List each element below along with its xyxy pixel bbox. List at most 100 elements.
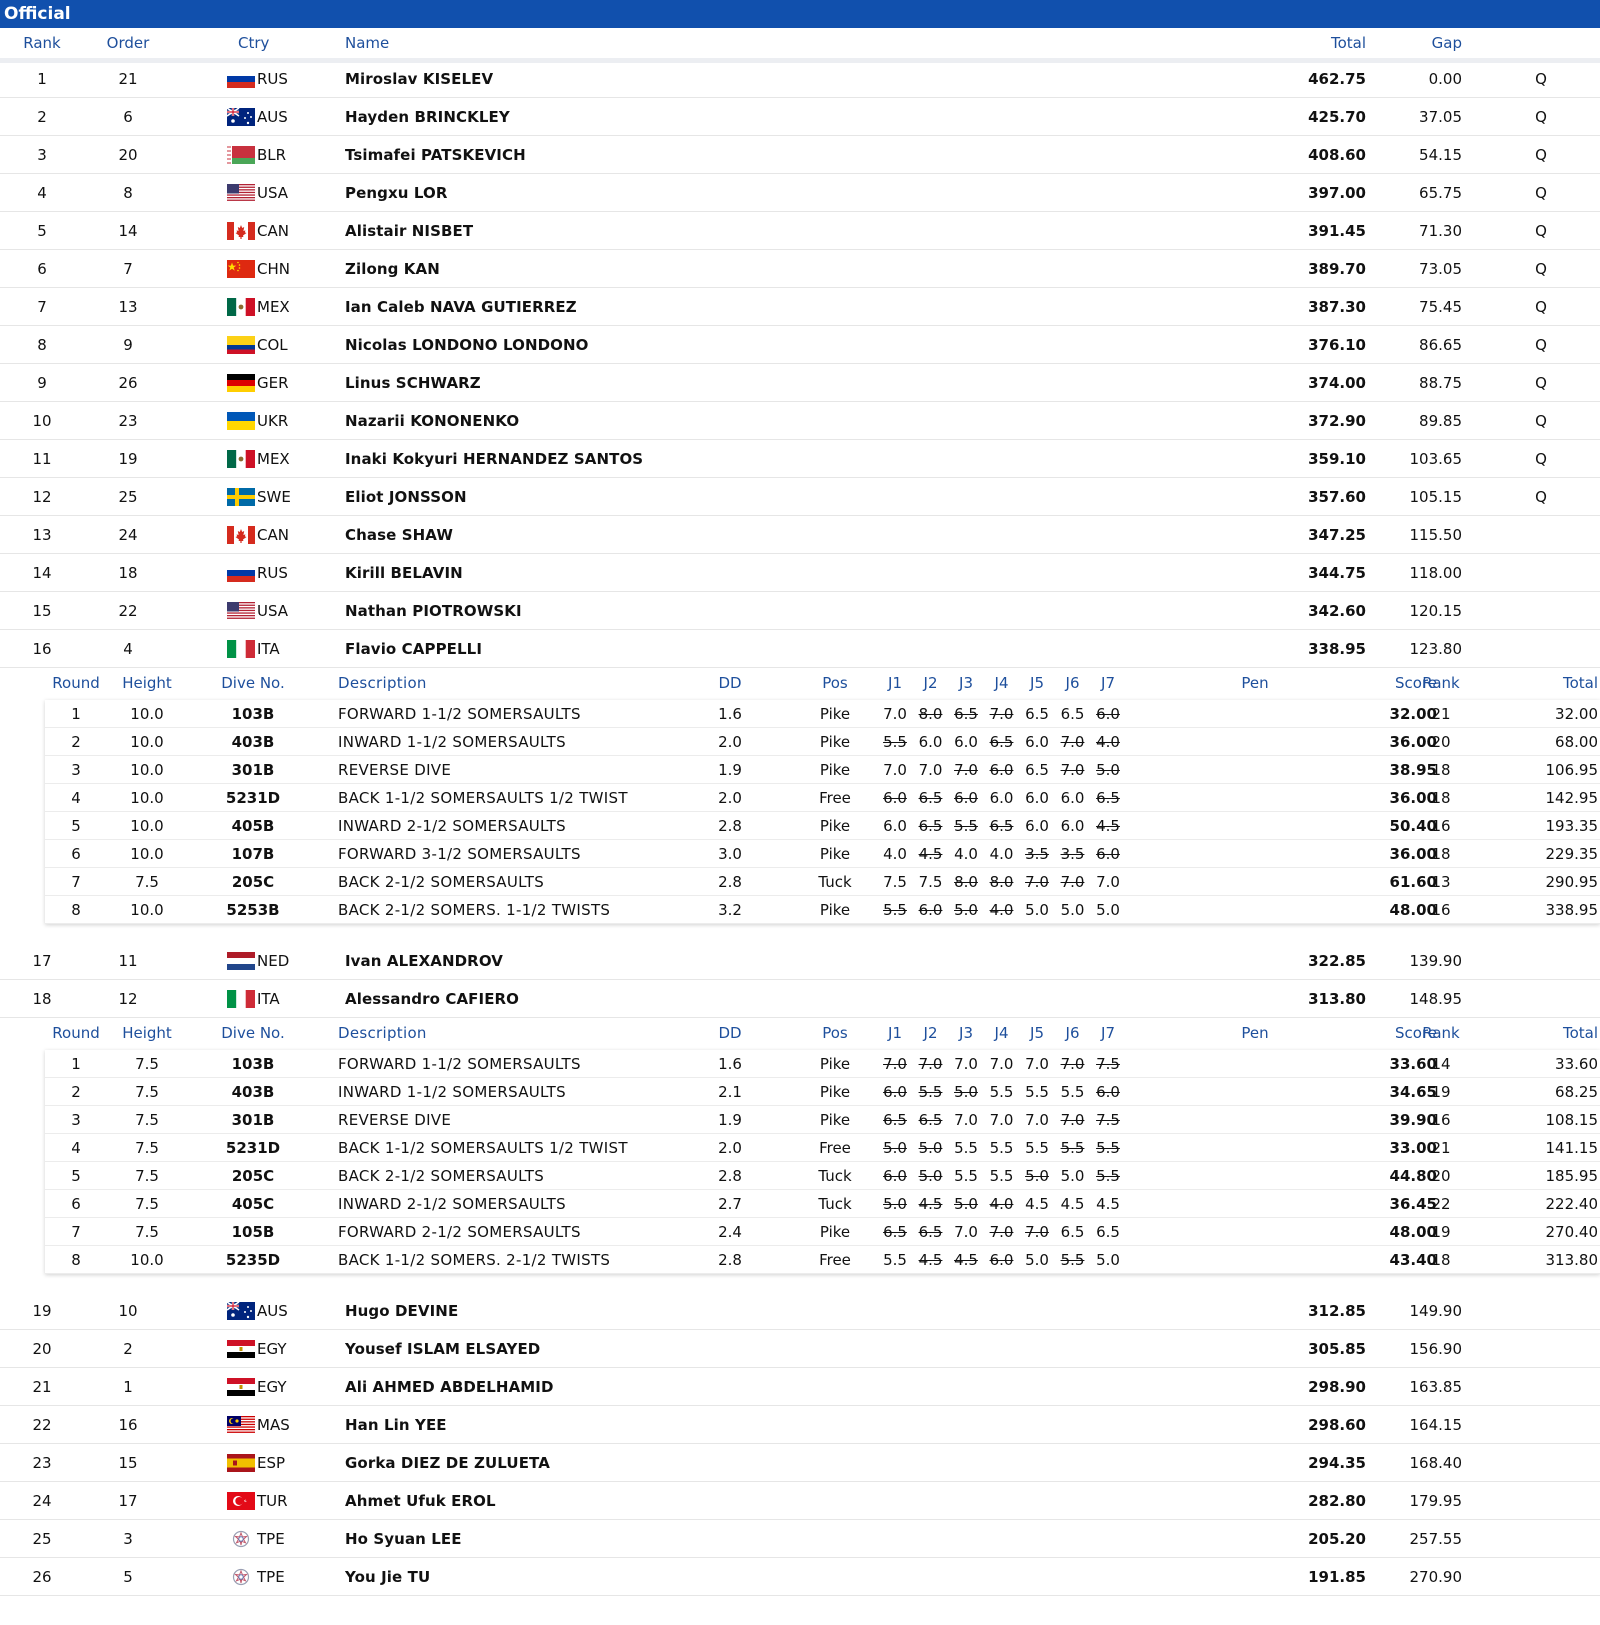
round-cell: 1 <box>71 1055 81 1073</box>
result-row[interactable]: 18 12 ITA Alessandro CAFIERO 313.80 148.95 <box>0 980 1600 1018</box>
athlete-name[interactable]: Chase SHAW <box>345 516 453 554</box>
result-row[interactable]: 8 9 COL Nicolas LONDONO LONDONO 376.10 86.65 Q <box>0 326 1600 364</box>
result-row[interactable]: 20 2 EGY Yousef ISLAM ELSAYED 305.85 156.90 <box>0 1330 1600 1368</box>
result-row[interactable]: 24 17 TUR Ahmet Ufuk EROL 282.80 179.95 <box>0 1482 1600 1520</box>
qualified-badge: Q <box>1535 108 1547 126</box>
result-row[interactable]: 9 26 GER Linus SCHWARZ 374.00 88.75 Q <box>0 364 1600 402</box>
result-row[interactable]: 19 10 AUS Hugo DEVINE 312.85 149.90 <box>0 1292 1600 1330</box>
athlete-name[interactable]: Linus SCHWARZ <box>345 364 481 402</box>
order-cell: 22 <box>118 602 138 620</box>
col-dd-header: DD <box>718 674 742 692</box>
dive-number: 5231D <box>225 789 281 807</box>
dd-cell: 2.0 <box>718 1139 742 1157</box>
athlete-name[interactable]: Kirill BELAVIN <box>345 554 463 592</box>
result-row[interactable]: 14 18 RUS Kirill BELAVIN 344.75 118.00 <box>0 554 1600 592</box>
judge-score-j3: 5.0 <box>954 901 978 919</box>
athlete-name[interactable]: Alessandro CAFIERO <box>345 980 519 1018</box>
athlete-name[interactable]: Nazarii KONONENKO <box>345 402 519 440</box>
athlete-name[interactable]: Zilong KAN <box>345 250 440 288</box>
athlete-name[interactable]: Gorka DIEZ DE ZULUETA <box>345 1444 550 1482</box>
athlete-name[interactable]: Alistair NISBET <box>345 212 473 250</box>
gap-value: 163.85 <box>1409 1378 1463 1396</box>
result-row[interactable]: 13 24 CAN Chase SHAW 347.25 115.50 <box>0 516 1600 554</box>
judge-score-j1: 5.5 <box>883 733 907 751</box>
col-dive-header: Dive No. <box>221 1024 285 1042</box>
dd-cell: 3.2 <box>718 901 742 919</box>
athlete-name[interactable]: Nicolas LONDONO LONDONO <box>345 326 589 364</box>
athlete-name[interactable]: Eliot JONSSON <box>345 478 467 516</box>
col-order-header[interactable]: Order <box>84 28 172 58</box>
col-description-header: Description <box>338 1024 427 1042</box>
result-row[interactable]: 17 11 NED Ivan ALEXANDROV 322.85 139.90 <box>0 942 1600 980</box>
round-cell: 2 <box>71 1083 81 1101</box>
dive-number: 301B <box>231 1111 275 1129</box>
athlete-name[interactable]: Tsimafei PATSKEVICH <box>345 136 526 174</box>
judge-score-j7: 5.5 <box>1096 1167 1120 1185</box>
judge-score-j1: 6.5 <box>883 1111 907 1129</box>
col-j4-header: J4 <box>994 1024 1009 1042</box>
result-row[interactable]: 22 16 MAS Han Lin YEE 298.60 164.15 <box>0 1406 1600 1444</box>
result-row[interactable]: 1 21 RUS Miroslav KISELEV 462.75 0.00 Q <box>0 60 1600 98</box>
col-name-header[interactable]: Name <box>345 28 389 58</box>
dive-rank: 20 <box>1431 1167 1451 1185</box>
flag-tpe-icon <box>227 1568 255 1586</box>
order-cell: 21 <box>118 70 138 88</box>
athlete-name[interactable]: Inaki Kokyuri HERNANDEZ SANTOS <box>345 440 643 478</box>
athlete-name[interactable]: Ivan ALEXANDROV <box>345 942 503 980</box>
gap-value: 89.85 <box>1419 412 1462 430</box>
col-total-header[interactable]: Total <box>1331 28 1366 58</box>
dive-row: 6 7.5 405C INWARD 2-1/2 SOMERSAULTS 2.7 Tuck 5… <box>45 1190 1600 1218</box>
col-rank-header[interactable]: Rank <box>0 28 84 58</box>
result-row[interactable]: 16 4 ITA Flavio CAPPELLI 338.95 123.80 <box>0 630 1600 668</box>
athlete-name[interactable]: Hugo DEVINE <box>345 1292 458 1330</box>
result-row[interactable]: 7 13 MEX Ian Caleb NAVA GUTIERREZ 387.30 75.4… <box>0 288 1600 326</box>
result-row[interactable]: 4 8 USA Pengxu LOR 397.00 65.75 Q <box>0 174 1600 212</box>
flag-chn-icon <box>227 260 255 278</box>
result-row[interactable]: 25 3 TPE Ho Syuan LEE 205.20 257.55 <box>0 1520 1600 1558</box>
athlete-name[interactable]: Ho Syuan LEE <box>345 1520 462 1558</box>
judge-score-j4: 6.0 <box>989 789 1014 807</box>
athlete-name[interactable]: Pengxu LOR <box>345 174 447 212</box>
total-score: 387.30 <box>1308 298 1366 316</box>
result-row[interactable]: 10 23 UKR Nazarii KONONENKO 372.90 89.85 Q <box>0 402 1600 440</box>
dd-cell: 2.0 <box>718 789 742 807</box>
athlete-name[interactable]: Ahmet Ufuk EROL <box>345 1482 496 1520</box>
result-row[interactable]: 3 20 BLR Tsimafei PATSKEVICH 408.60 54.15 Q <box>0 136 1600 174</box>
result-row[interactable]: 6 7 CHN Zilong KAN 389.70 73.05 Q <box>0 250 1600 288</box>
gap-value: 168.40 <box>1409 1454 1463 1472</box>
result-row[interactable]: 5 14 CAN Alistair NISBET 391.45 71.30 Q <box>0 212 1600 250</box>
flag-ukr-icon <box>227 412 255 430</box>
result-row[interactable]: 12 25 SWE Eliot JONSSON 357.60 105.15 Q <box>0 478 1600 516</box>
athlete-name[interactable]: Ali AHMED ABDELHAMID <box>345 1368 554 1406</box>
country-code: ESP <box>257 1454 286 1472</box>
athlete-name[interactable]: Flavio CAPPELLI <box>345 630 482 668</box>
result-row[interactable]: 23 15 ESP Gorka DIEZ DE ZULUETA 294.35 168.40 <box>0 1444 1600 1482</box>
result-row[interactable]: 15 22 USA Nathan PIOTROWSKI 342.60 120.15 <box>0 592 1600 630</box>
dive-number: 105B <box>231 1223 275 1241</box>
athlete-name[interactable]: Miroslav KISELEV <box>345 60 493 98</box>
gap-value: 164.15 <box>1409 1416 1463 1434</box>
running-total: 338.95 <box>1545 901 1599 919</box>
col-gap-header[interactable]: Gap <box>1432 28 1462 58</box>
result-row[interactable]: 26 5 TPE You Jie TU 191.85 270.90 <box>0 1558 1600 1596</box>
result-row[interactable]: 2 6 AUS Hayden BRINCKLEY 425.70 37.05 Q <box>0 98 1600 136</box>
country-code: USA <box>257 184 289 202</box>
col-ctry-header[interactable]: Ctry <box>238 28 269 58</box>
total-score: 372.90 <box>1308 412 1366 430</box>
athlete-name[interactable]: Ian Caleb NAVA GUTIERREZ <box>345 288 577 326</box>
result-row[interactable]: 11 19 MEX Inaki Kokyuri HERNANDEZ SANTOS 359… <box>0 440 1600 478</box>
judge-score-j1: 6.0 <box>883 817 907 835</box>
dive-row: 2 7.5 403B INWARD 1-1/2 SOMERSAULTS 2.1 Pike 6… <box>45 1078 1600 1106</box>
dive-description: BACK 2-1/2 SOMERSAULTS <box>338 1167 545 1185</box>
athlete-name[interactable]: Yousef ISLAM ELSAYED <box>345 1330 540 1368</box>
result-row[interactable]: 21 1 EGY Ali AHMED ABDELHAMID 298.90 163.85 <box>0 1368 1600 1406</box>
athlete-name[interactable]: Han Lin YEE <box>345 1406 447 1444</box>
dd-cell: 2.8 <box>718 817 742 835</box>
judge-score-j6: 5.5 <box>1060 1139 1085 1157</box>
athlete-name[interactable]: Hayden BRINCKLEY <box>345 98 510 136</box>
athlete-name[interactable]: You Jie TU <box>345 1558 430 1596</box>
dive-description: BACK 2-1/2 SOMERS. 1-1/2 TWISTS <box>338 901 611 919</box>
round-cell: 8 <box>71 1251 81 1269</box>
order-cell: 1 <box>123 1378 133 1396</box>
athlete-name[interactable]: Nathan PIOTROWSKI <box>345 592 522 630</box>
